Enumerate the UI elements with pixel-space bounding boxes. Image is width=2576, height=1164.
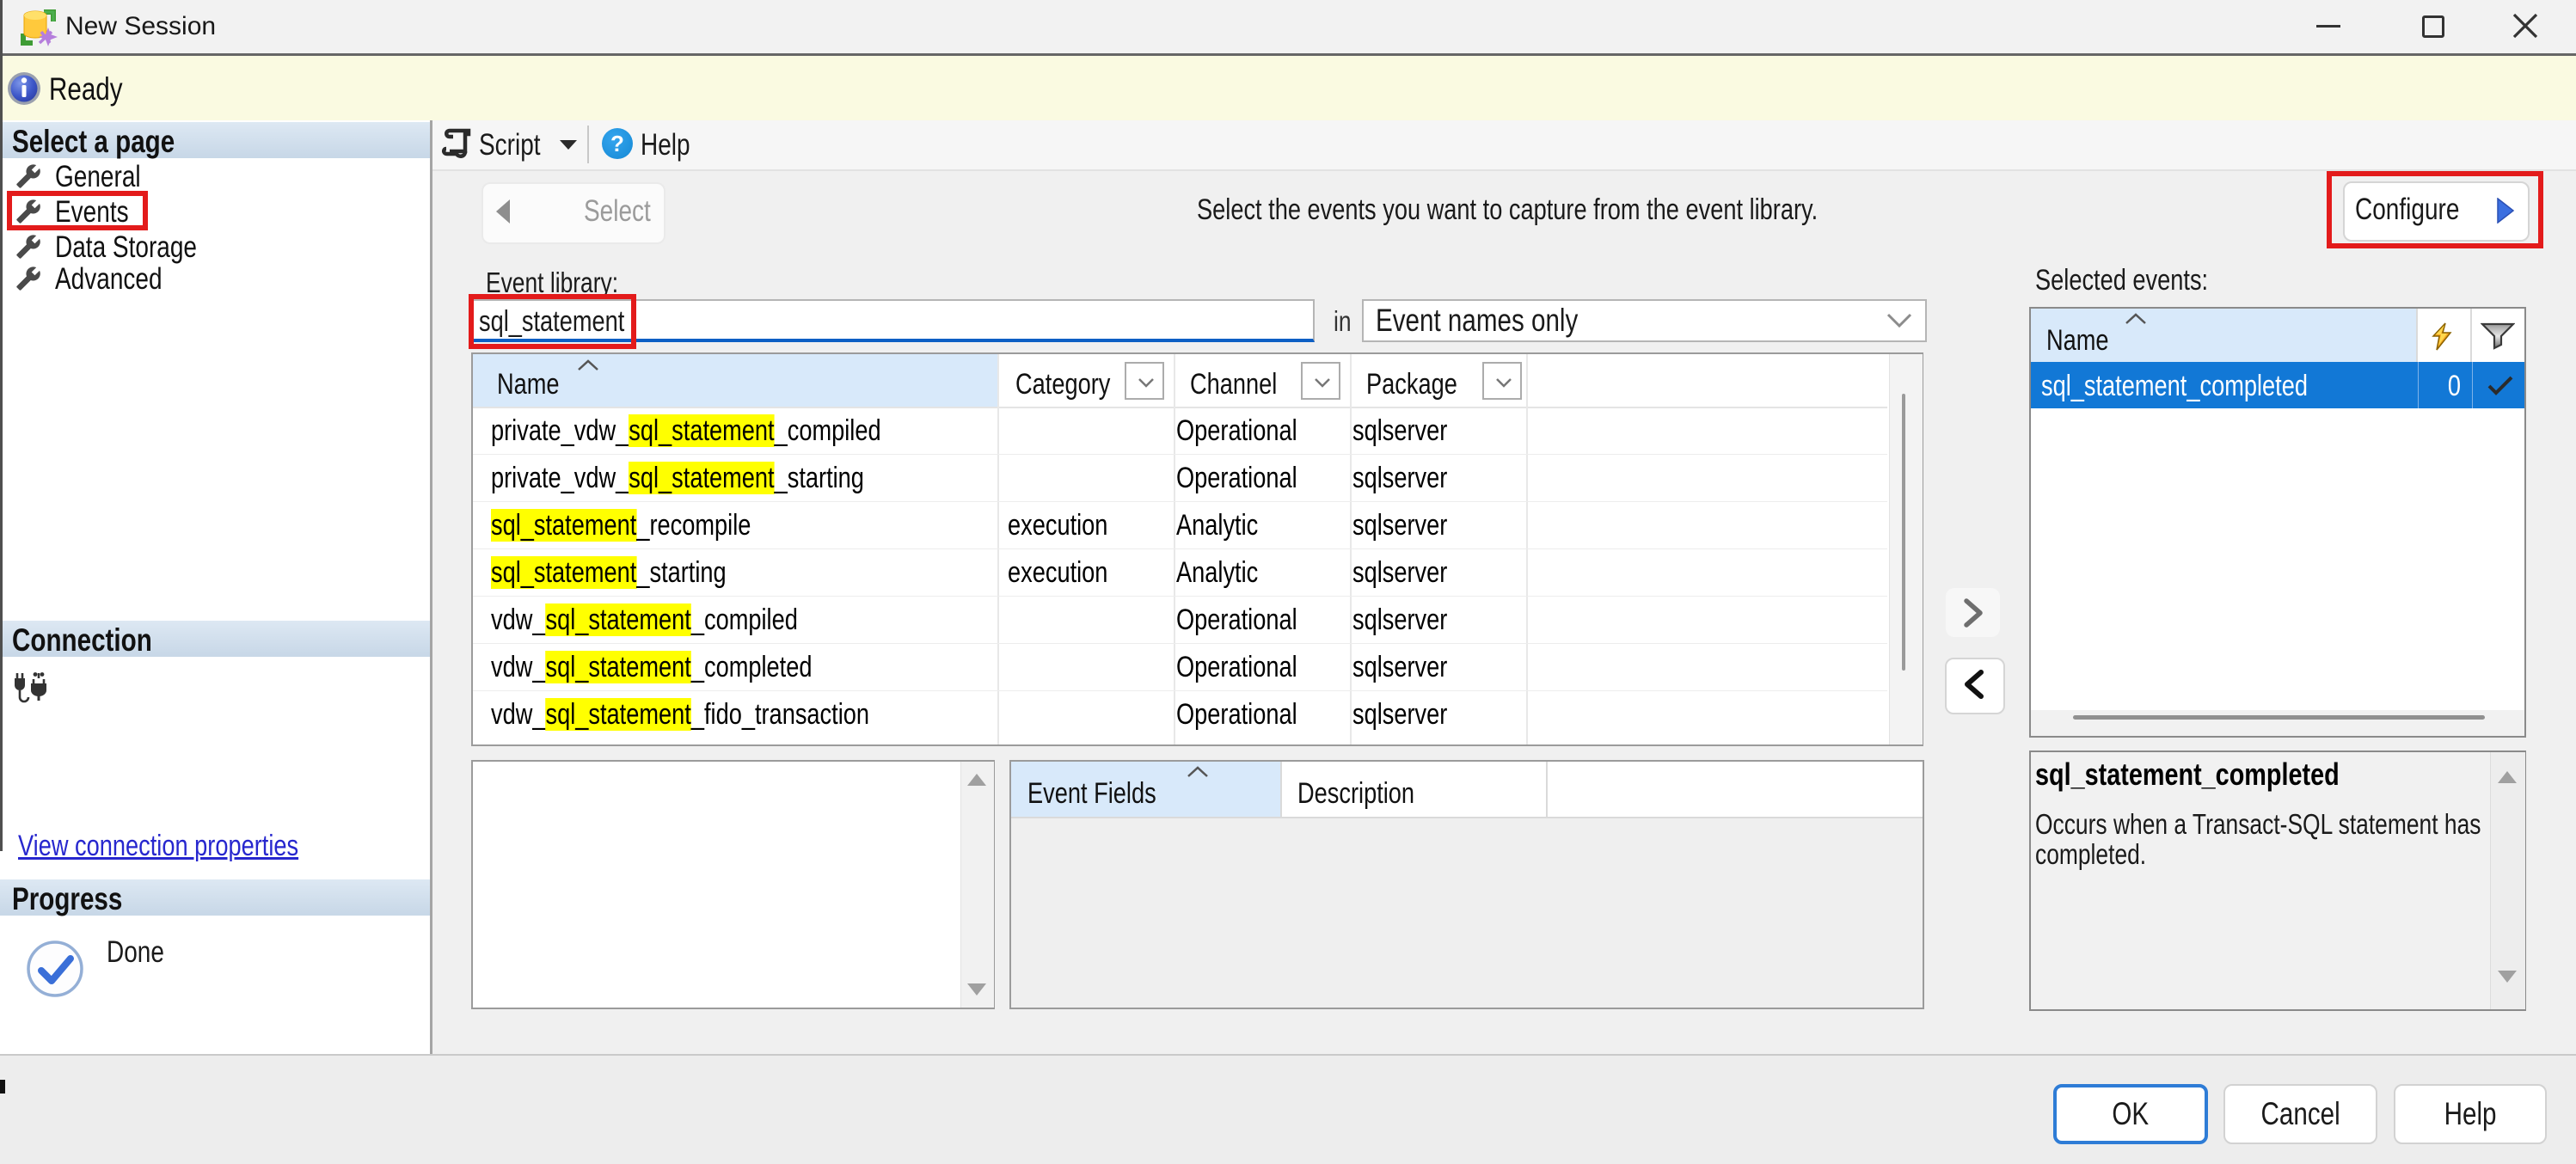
svg-text:?: ? (610, 131, 624, 156)
